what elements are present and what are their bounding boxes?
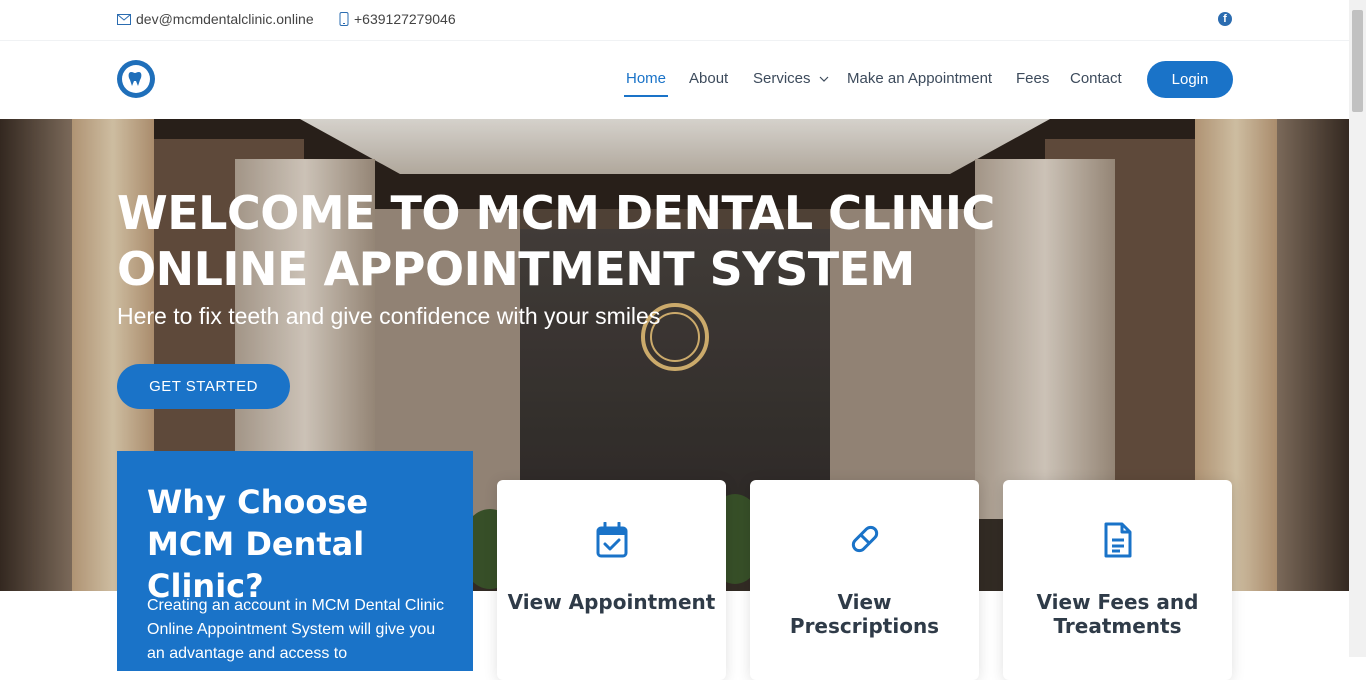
envelope-icon	[117, 13, 131, 25]
page-scrollbar[interactable]	[1349, 0, 1366, 657]
view-fees-treatments-card[interactable]: View Fees and Treatments	[1003, 480, 1232, 680]
document-icon	[1104, 522, 1131, 558]
card-title: View Fees and Treatments	[1036, 590, 1199, 638]
topbar-email[interactable]: dev@mcmdentalclinic.online	[117, 11, 314, 27]
phone-icon	[339, 12, 349, 26]
pill-icon	[851, 525, 878, 553]
view-appointment-card[interactable]: View Appointment	[497, 480, 726, 680]
facebook-icon[interactable]: f	[1218, 12, 1232, 26]
login-button[interactable]: Login	[1147, 61, 1233, 98]
view-prescriptions-card[interactable]: View Prescriptions	[750, 480, 979, 680]
main-header: Home About Services Make an Appointment …	[0, 41, 1349, 119]
nav-services[interactable]: Services	[753, 70, 829, 87]
scrollbar-thumb[interactable]	[1352, 10, 1363, 112]
top-bar: dev@mcmdentalclinic.online +639127279046…	[0, 0, 1349, 41]
nav-make-appointment[interactable]: Make an Appointment	[847, 70, 992, 87]
card-title: View Appointment	[507, 590, 716, 614]
phone-text: +639127279046	[354, 11, 456, 27]
nav-services-label: Services	[753, 70, 811, 87]
why-choose-box: Why Choose MCM Dental Clinic? Creating a…	[117, 451, 473, 671]
why-text: Creating an account in MCM Dental Clinic…	[147, 597, 445, 662]
hero-subtitle: Here to fix teeth and give confidence wi…	[117, 303, 661, 329]
hero-title: WELCOME TO MCM DENTAL CLINIC ONLINE APPO…	[117, 186, 995, 296]
nav-fees[interactable]: Fees	[1016, 70, 1049, 87]
clinic-logo[interactable]	[117, 60, 155, 98]
email-text: dev@mcmdentalclinic.online	[136, 11, 314, 27]
chevron-down-icon	[819, 76, 829, 82]
nav-about[interactable]: About	[689, 70, 728, 87]
calendar-check-icon	[596, 522, 627, 558]
why-title: Why Choose MCM Dental Clinic?	[147, 483, 369, 605]
nav-home[interactable]: Home	[623, 70, 669, 97]
topbar-phone[interactable]: +639127279046	[339, 11, 456, 27]
nav-contact[interactable]: Contact	[1070, 70, 1122, 87]
tooth-logo-icon	[122, 65, 150, 93]
get-started-button[interactable]: GET STARTED	[117, 364, 290, 409]
card-title: View Prescriptions	[789, 590, 940, 638]
